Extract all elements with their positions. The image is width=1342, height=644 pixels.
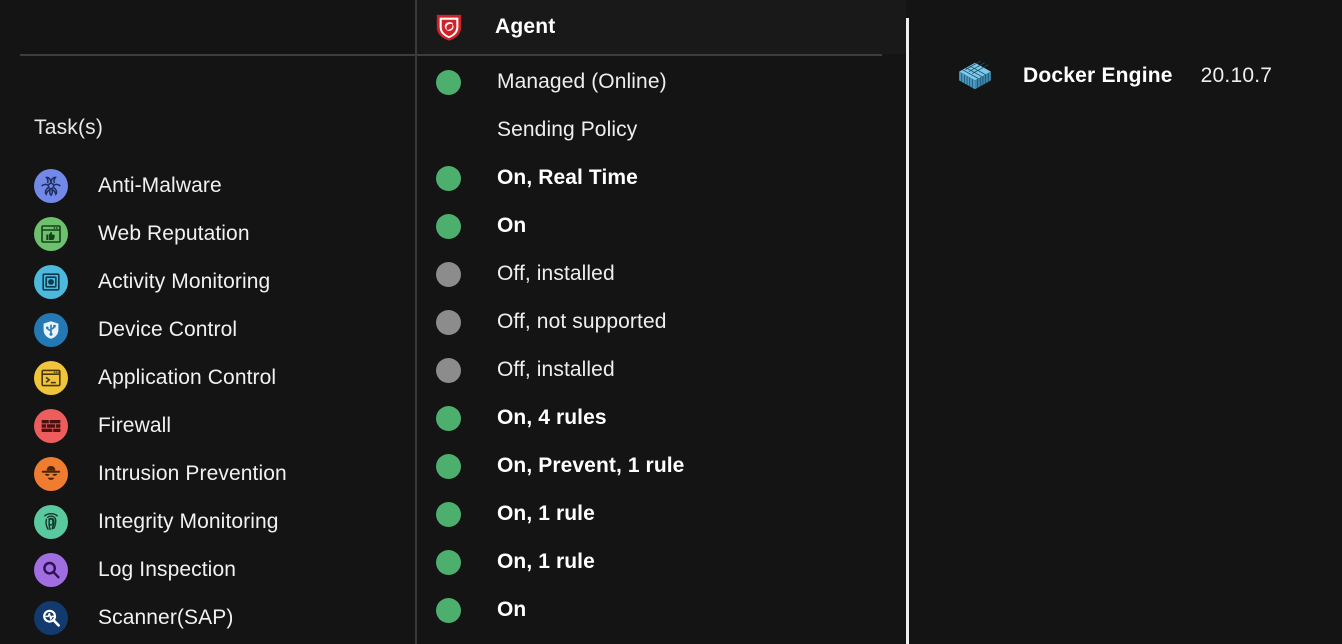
task-label: Web Reputation: [98, 222, 250, 246]
task-row[interactable]: Anti-Malware: [0, 162, 415, 210]
status-dot-on-icon: [436, 550, 461, 575]
task-row[interactable]: Application Control: [0, 354, 415, 402]
terminal-window-icon: [34, 361, 68, 395]
status-dot-on-icon: [436, 406, 461, 431]
agent-status-text: On: [497, 214, 526, 238]
status-dot-on-icon: [436, 70, 461, 95]
activity-square-icon: [34, 265, 68, 299]
task-row[interactable]: Activity Monitoring: [0, 258, 415, 306]
agent-panel: Agent Managed (Online) Sending Policy On, …: [417, 0, 906, 644]
docker-container-icon: [957, 61, 993, 91]
agent-status-text: Off, installed: [497, 358, 615, 382]
task-label: Scanner(SAP): [98, 606, 233, 630]
status-dot-off-icon: [436, 310, 461, 335]
task-label: Anti-Malware: [98, 174, 222, 198]
agent-status-text: On, 4 rules: [497, 406, 607, 430]
agent-status-row[interactable]: On: [417, 586, 906, 634]
agent-status-list: Managed (Online) Sending Policy On, Real T…: [417, 58, 906, 634]
status-dot-on-icon: [436, 166, 461, 191]
agent-status-row[interactable]: Off, installed: [417, 346, 906, 394]
agent-status-text: On: [497, 598, 526, 622]
status-dot-off-icon: [436, 262, 461, 287]
agent-status-row[interactable]: Managed (Online): [417, 58, 906, 106]
platform-panel: Docker Engine 20.10.7: [909, 0, 1342, 644]
biohazard-icon: [34, 169, 68, 203]
agent-status-text: On, Prevent, 1 rule: [497, 454, 684, 478]
agent-status-row[interactable]: Sending Policy: [417, 106, 906, 154]
status-dot-on-icon: [436, 454, 461, 479]
status-dot-on-icon: [436, 598, 461, 623]
brick-wall-icon: [34, 409, 68, 443]
agent-status-text: On, Real Time: [497, 166, 638, 190]
trend-micro-shield-icon: [434, 12, 464, 42]
platform-row: Docker Engine 20.10.7: [909, 52, 1272, 100]
task-label: Activity Monitoring: [98, 270, 270, 294]
task-row[interactable]: Scanner(SAP): [0, 594, 415, 642]
task-row[interactable]: Integrity Monitoring: [0, 498, 415, 546]
agent-status-row[interactable]: Off, installed: [417, 250, 906, 298]
agent-header-row: Agent: [417, 0, 906, 54]
agent-status-text: Managed (Online): [497, 70, 667, 94]
agent-status-text: Off, installed: [497, 262, 615, 286]
task-row[interactable]: Device Control: [0, 306, 415, 354]
task-label: Application Control: [98, 366, 276, 390]
task-row[interactable]: Intrusion Prevention: [0, 450, 415, 498]
status-dot-off-icon: [436, 358, 461, 383]
agent-status-row[interactable]: On, Real Time: [417, 154, 906, 202]
fingerprint-icon: [34, 505, 68, 539]
agent-status-row[interactable]: Off, not supported: [417, 298, 906, 346]
task-row[interactable]: Firewall: [0, 402, 415, 450]
usb-shield-icon: [34, 313, 68, 347]
task-row[interactable]: Web Reputation: [0, 210, 415, 258]
detective-hat-icon: [34, 457, 68, 491]
agent-status-row[interactable]: On, Prevent, 1 rule: [417, 442, 906, 490]
pulse-magnifier-icon: [34, 601, 68, 635]
agent-title: Agent: [495, 15, 556, 39]
agent-status-row[interactable]: On, 1 rule: [417, 538, 906, 586]
platform-version: 20.10.7: [1201, 64, 1272, 88]
status-dot-on-icon: [436, 502, 461, 527]
task-label: Device Control: [98, 318, 237, 342]
agent-status-text: On, 1 rule: [497, 550, 595, 574]
agent-status-text: Sending Policy: [497, 118, 637, 142]
task-row[interactable]: Log Inspection: [0, 546, 415, 594]
agent-status-row[interactable]: On, 4 rules: [417, 394, 906, 442]
platform-name: Docker Engine: [1023, 64, 1173, 88]
agent-status-text: On, 1 rule: [497, 502, 595, 526]
status-dot-on-icon: [436, 214, 461, 239]
task-label: Integrity Monitoring: [98, 510, 279, 534]
task-label: Log Inspection: [98, 558, 236, 582]
agent-status-row[interactable]: On: [417, 202, 906, 250]
tasks-section-title: Task(s): [34, 116, 103, 140]
magnifier-icon: [34, 553, 68, 587]
task-label: Intrusion Prevention: [98, 462, 287, 486]
status-dot-empty-icon: [436, 118, 461, 143]
thumbs-up-window-icon: [34, 217, 68, 251]
task-label: Firewall: [98, 414, 171, 438]
agent-status-text: Off, not supported: [497, 310, 667, 334]
tasks-panel: Task(s) Anti-Malware Web Reputation Activi…: [0, 0, 415, 644]
agent-status-row[interactable]: On, 1 rule: [417, 490, 906, 538]
task-list: Anti-Malware Web Reputation Activity Monit…: [0, 162, 415, 642]
